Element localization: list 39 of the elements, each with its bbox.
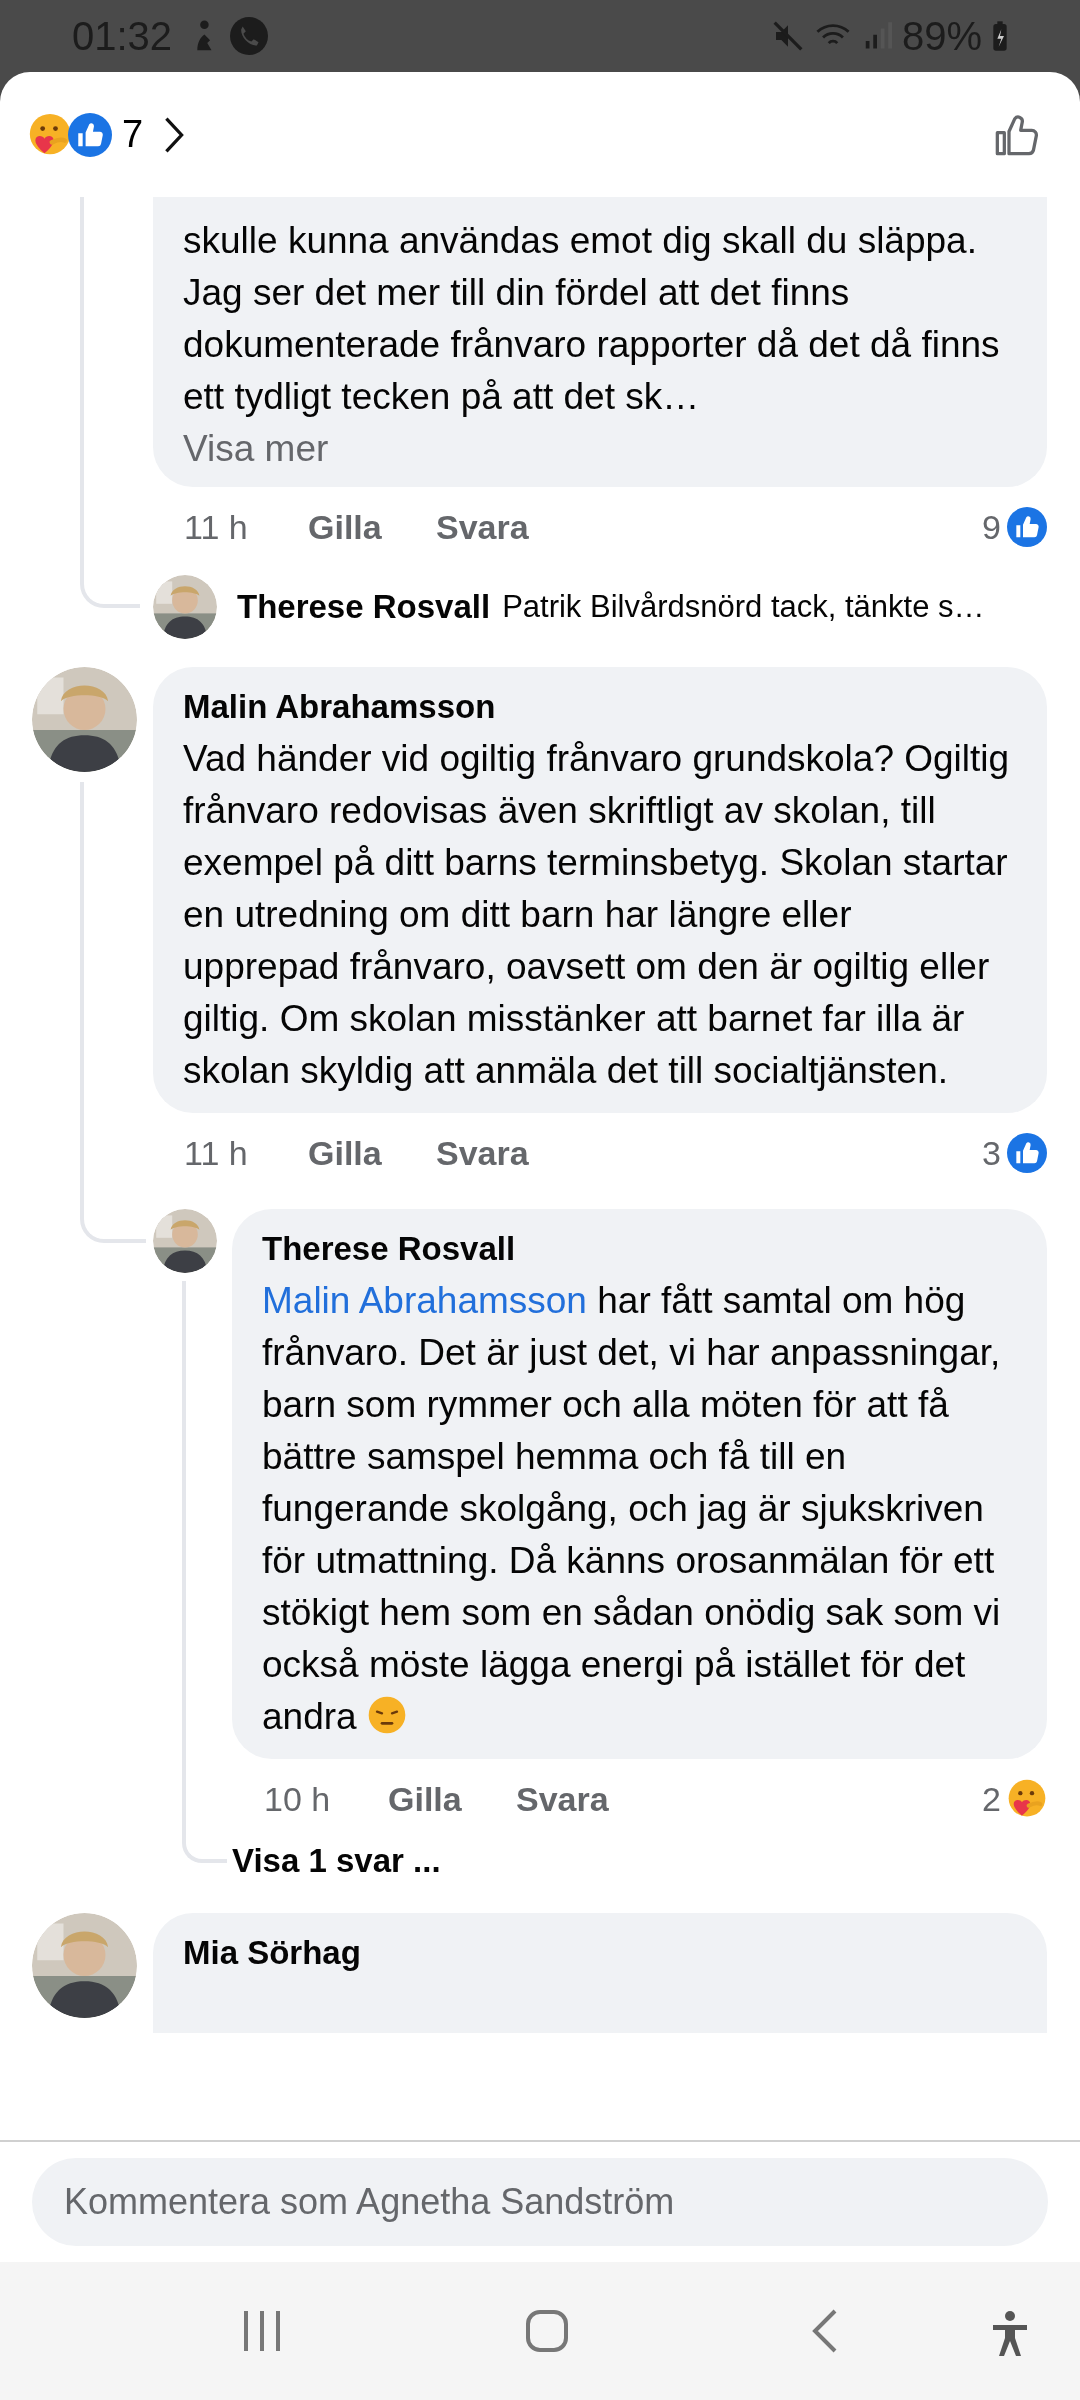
like-link[interactable]: Gilla [308, 501, 436, 553]
author-name[interactable]: Mia Sörhag [183, 1927, 1017, 1979]
comment-text: Malin Abrahamsson har fått samtal om hög frånvaro. Det är just det, vi har anpassningar, barn som rymmer och alla möten för att få bättre samspel hemma och få till en fungerande skolgång, och jag är sjukskriven för utmattning. Då känns orosanmälan för ett stökigt hem som en sådan onödig sak som vi också möste lägga energi på istället för det andra [262, 1279, 1002, 1739]
accessibility-icon[interactable] [990, 2310, 1030, 2358]
chevron-right-icon[interactable] [163, 115, 186, 154]
care-reaction-icon [1007, 1779, 1047, 1819]
recent-apps-icon[interactable] [241, 2309, 282, 2353]
view-replies-link[interactable]: Visa 1 svar ... [232, 1835, 441, 1887]
comment-text: Vad händer vid ogiltig frånvaro grundskola? Ogiltig frånvaro redovisas även skriftligt av skolan, till exempel på ditt barns terminsbetyg. Skolan startar en utredning om ditt barn har längre eller upprepad frånvaro, oavsett om den är ogiltig eller giltig. Om skolan misstänker att barnet far illa är skolan skyldig att anmäla det till socialtjänsten. [183, 737, 1011, 1093]
comment-time: 11 h [184, 1132, 249, 1174]
see-more-link[interactable]: Visa mer [183, 423, 1007, 475]
like-link[interactable]: Gilla [308, 1127, 436, 1179]
reaction-count: 9 [982, 506, 1001, 548]
author-name[interactable]: Therese Rosvall [262, 1223, 1017, 1275]
author-name[interactable]: Therese Rosvall [237, 582, 491, 632]
author-name[interactable]: Malin Abrahamsson [183, 681, 1017, 733]
comment-text: skulle kunna användas emot dig skall du släppa. Jag ser det mer till din fördel att det finns dokumenterade frånvaro rapporter då det då finns ett tydligt tecken på att det sk… [183, 219, 1001, 419]
reaction-count: 3 [982, 1132, 1001, 1174]
comment-input-field[interactable]: Kommentera som Agnetha Sandström [32, 2158, 1048, 2246]
like-icon [1007, 1133, 1047, 1173]
back-icon[interactable] [812, 2309, 839, 2353]
reply-link[interactable]: Svara [436, 1127, 529, 1179]
comment-time: 11 h [184, 506, 249, 548]
like-link[interactable]: Gilla [388, 1773, 516, 1825]
pensive-emoji-icon [366, 1695, 407, 1735]
care-reaction-icon [28, 112, 72, 157]
phone-notification-icon [230, 17, 269, 55]
reply-link[interactable]: Svara [516, 1773, 609, 1825]
home-icon[interactable] [525, 2309, 569, 2353]
reaction-total[interactable]: 7 [122, 106, 144, 163]
like-icon [1007, 507, 1047, 547]
comment-time: 10 h [264, 1778, 332, 1820]
reply-link[interactable]: Svara [436, 501, 529, 553]
like-icon [68, 112, 112, 157]
reaction-count: 2 [982, 1778, 1001, 1820]
mute-icon [771, 20, 804, 52]
battery-icon [992, 19, 1008, 53]
reply-preview-text[interactable]: Patrik Bilvårdsnörd tack, tänkte s… [502, 583, 985, 631]
mention-link[interactable]: Malin Abrahamsson [262, 1280, 587, 1321]
